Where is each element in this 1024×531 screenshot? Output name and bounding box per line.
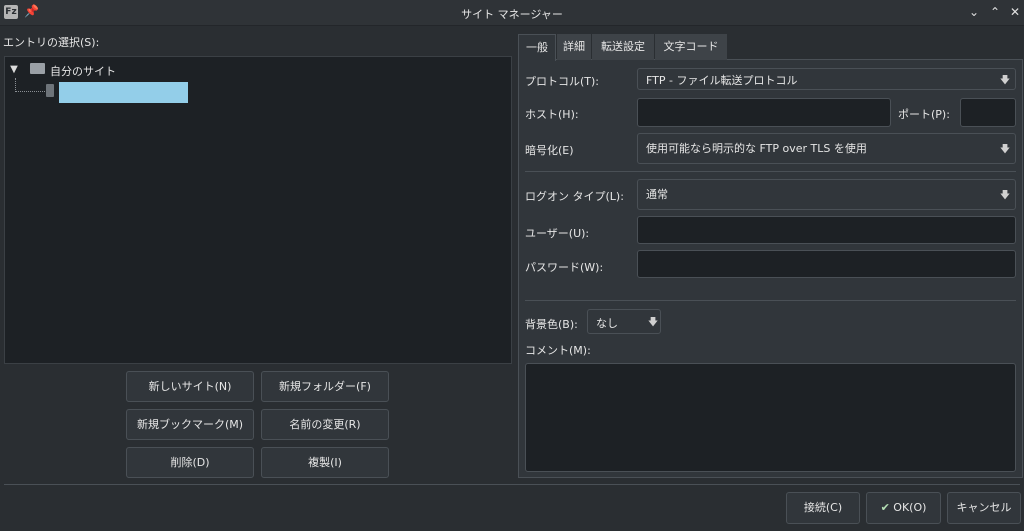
tab-charset[interactable]: 文字コード [655, 34, 727, 60]
tree-item-my-sites[interactable]: 自分のサイト [50, 63, 116, 79]
host-label: ホスト(H): [525, 108, 579, 121]
entry-select-label: エントリの選択(S): [3, 36, 100, 49]
tab-general[interactable]: 一般 [518, 34, 556, 61]
ok-button[interactable]: ✔ OK(O) [866, 492, 941, 524]
user-input[interactable] [637, 216, 1016, 244]
close-icon[interactable]: ✕ [1007, 4, 1023, 20]
protocol-select[interactable]: FTP - ファイル転送プロトコル [637, 68, 1016, 90]
comment-label: コメント(M): [525, 344, 591, 357]
new-folder-button[interactable]: 新規フォルダー(F) [261, 371, 389, 402]
minimize-icon[interactable]: ⌄ [966, 4, 982, 20]
delete-button[interactable]: 削除(D) [126, 447, 254, 478]
logon-type-label: ログオン タイプ(L): [525, 190, 624, 203]
tree-expander-icon[interactable]: ▼ [8, 64, 20, 76]
protocol-label: プロトコル(T): [525, 75, 600, 88]
maximize-icon[interactable]: ⌃ [987, 4, 1003, 20]
encryption-label: 暗号化(E) [525, 144, 574, 157]
tree-connector-line [15, 91, 45, 92]
tab-transfer-settings[interactable]: 転送設定 [592, 34, 654, 60]
password-input[interactable] [637, 250, 1016, 278]
section-divider [525, 300, 1016, 301]
ok-check-icon: ✔ [880, 501, 890, 514]
tree-item-new-site-selected[interactable] [59, 82, 188, 103]
tree-connector-line [15, 78, 16, 92]
connect-button[interactable]: 接続(C) [786, 492, 860, 524]
protocol-dropdown-icon[interactable]: 🡇 [998, 73, 1012, 90]
comment-textarea[interactable] [525, 363, 1016, 472]
duplicate-button[interactable]: 複製(I) [261, 447, 389, 478]
cancel-button[interactable]: キャンセル [947, 492, 1021, 524]
encryption-value: 使用可能なら明示的な FTP over TLS を使用 [646, 142, 867, 155]
background-color-dropdown-icon[interactable]: 🡇 [646, 315, 660, 332]
rename-button[interactable]: 名前の変更(R) [261, 409, 389, 440]
logon-type-value: 通常 [646, 188, 668, 201]
window-title: サイト マネージャー [461, 8, 563, 21]
port-label: ポート(P): [898, 108, 950, 121]
section-divider [525, 171, 1016, 172]
tab-advanced[interactable]: 詳細 [557, 34, 591, 60]
encryption-dropdown-icon[interactable]: 🡇 [998, 142, 1012, 159]
background-color-label: 背景色(B): [525, 318, 578, 331]
host-input[interactable] [637, 98, 891, 127]
protocol-value: FTP - ファイル転送プロトコル [646, 74, 798, 87]
logon-type-select[interactable]: 通常 [637, 179, 1016, 210]
new-site-button[interactable]: 新しいサイト(N) [126, 371, 254, 402]
password-label: パスワード(W): [525, 261, 604, 274]
port-input[interactable] [960, 98, 1016, 127]
logon-type-dropdown-icon[interactable]: 🡇 [998, 188, 1012, 205]
new-bookmark-button[interactable]: 新規ブックマーク(M) [126, 409, 254, 440]
ok-button-label: OK(O) [893, 501, 927, 514]
site-icon [46, 84, 54, 97]
encryption-select[interactable]: 使用可能なら明示的な FTP over TLS を使用 [637, 133, 1016, 164]
bottom-divider [4, 484, 1020, 485]
folder-icon [30, 63, 45, 74]
user-label: ユーザー(U): [525, 227, 590, 240]
background-color-value: なし [596, 317, 618, 330]
